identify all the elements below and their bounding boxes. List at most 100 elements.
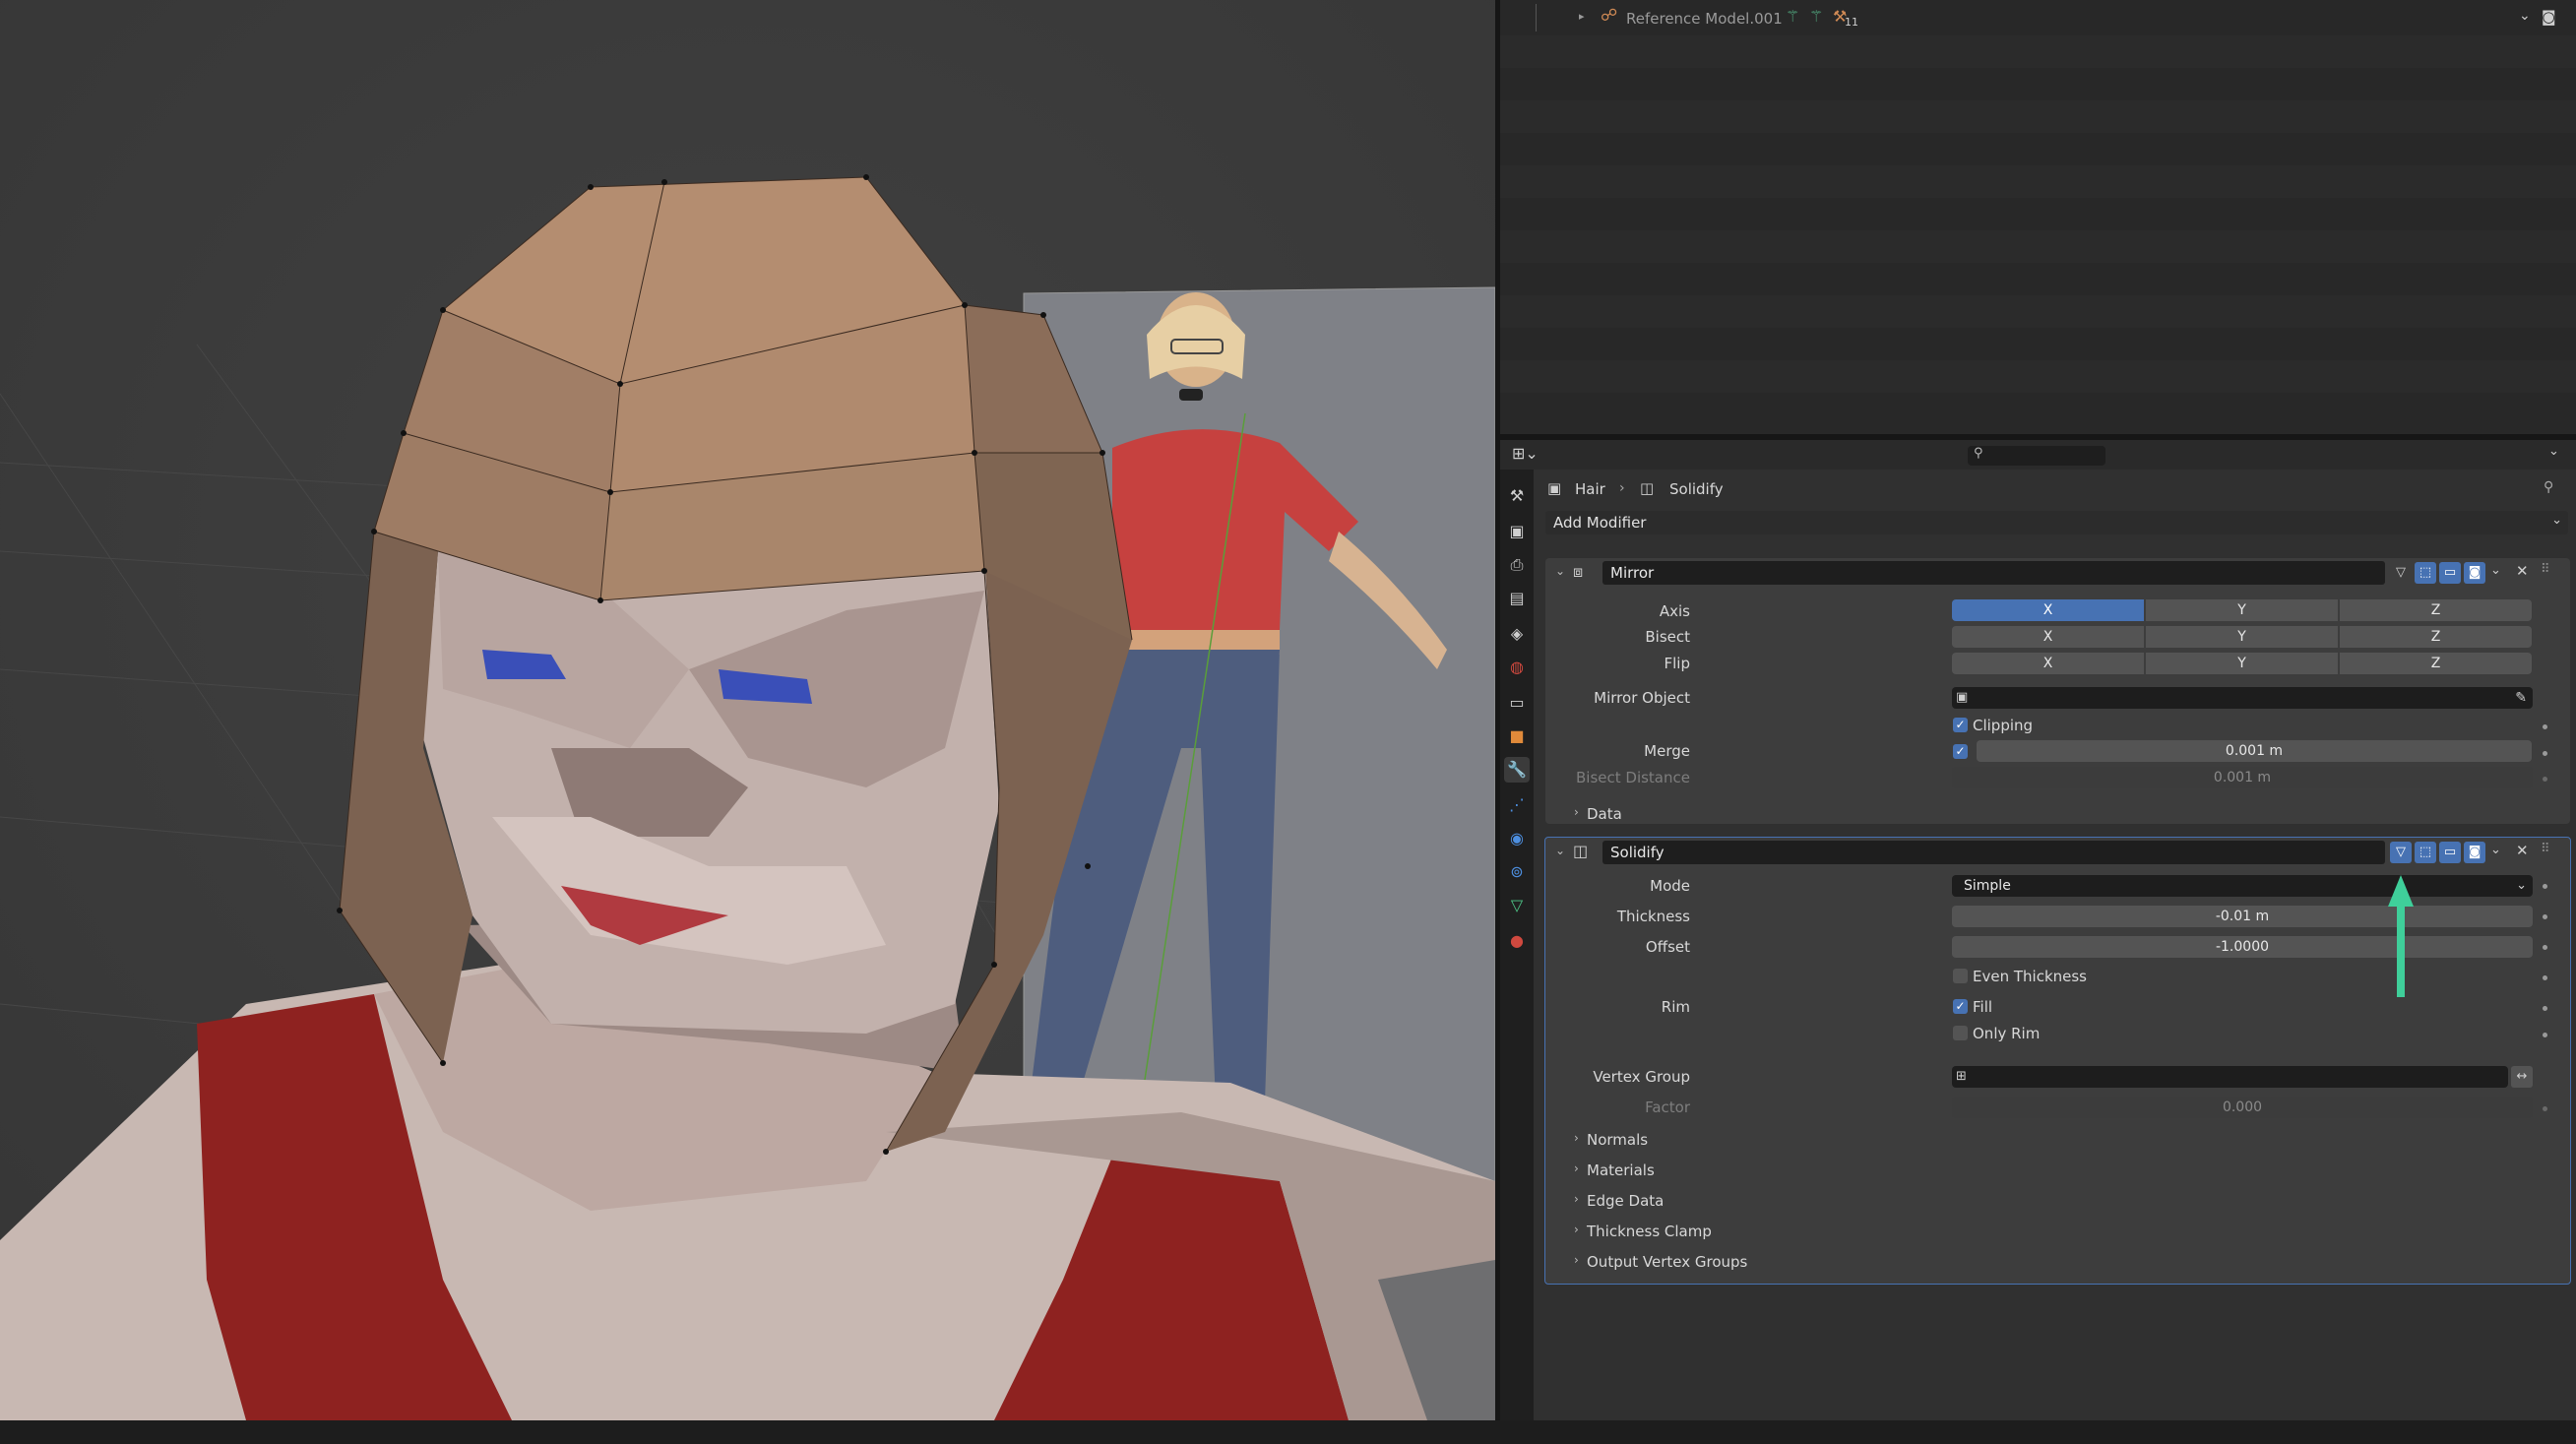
material-tab-icon[interactable]: ● (1504, 928, 1530, 954)
keyframe-dot-icon[interactable] (2543, 751, 2547, 756)
offset-field[interactable]: -1.0000 (1952, 936, 2533, 958)
expand-arrow-icon[interactable]: ▸ (1579, 10, 1585, 23)
bisect-distance-field[interactable]: 0.001 m (1952, 767, 2533, 788)
expand-arrow-icon[interactable]: › (1574, 805, 1579, 819)
only-rim-label: Only Rim (1973, 1025, 2041, 1042)
keyframe-dot-icon[interactable] (2543, 1106, 2547, 1111)
scene-tab-icon[interactable]: ◈ (1504, 621, 1530, 647)
modifier-tab-icon[interactable]: 🔧 (1504, 757, 1530, 783)
edit-mode-cage-icon[interactable]: ▽ (2390, 842, 2412, 863)
fill-checkbox[interactable]: ✓ (1953, 999, 1968, 1014)
keyframe-dot-icon[interactable] (2543, 975, 2547, 980)
keyframe-dot-icon[interactable] (2543, 914, 2547, 919)
expand-arrow-icon[interactable]: › (1574, 1253, 1579, 1267)
keyframe-dot-icon[interactable] (2543, 945, 2547, 950)
keyframe-dot-icon[interactable] (2543, 1006, 2547, 1011)
keyframe-dot-icon[interactable] (2543, 724, 2547, 729)
outliner-stripe (1500, 165, 2576, 198)
collapse-chevron-icon[interactable]: ⌄ (1555, 564, 1565, 578)
thickness-clamp-subpanel-header[interactable]: Thickness Clamp (1587, 1223, 1712, 1240)
chevron-down-icon[interactable]: ⌄ (2548, 444, 2559, 459)
flip-z-toggle[interactable]: Z (2340, 653, 2532, 674)
add-modifier-dropdown[interactable]: Add Modifier ⌄ (1545, 511, 2568, 534)
axis-z-toggle[interactable]: Z (2340, 599, 2532, 621)
axis-x-toggle[interactable]: X (1952, 599, 2144, 621)
outliner-row-reference-model[interactable]: ▸ ☍ Reference Model.001 ⚚ ⚚ ⚒ 11 ⌄ ◙ (1500, 4, 2576, 35)
merge-distance-field[interactable]: 0.001 m (1977, 740, 2532, 762)
bisect-y-toggle[interactable]: Y (2146, 626, 2338, 648)
eyedropper-icon[interactable]: ✎ (2515, 687, 2527, 709)
mirror-object-field[interactable]: ▣ ✎ (1952, 687, 2533, 709)
tool-tab-icon[interactable]: ⚒ (1504, 483, 1530, 509)
bisect-x-toggle[interactable]: X (1952, 626, 2144, 648)
editor-type-icon[interactable]: ⊞⌄ (1512, 444, 1539, 463)
camera-icon[interactable]: ◙ (2542, 8, 2556, 26)
render-camera-icon[interactable]: ◙ (2464, 562, 2485, 584)
world-tab-icon[interactable]: ◍ (1504, 655, 1530, 680)
solidify-name-field[interactable]: Solidify (1602, 841, 2385, 864)
bone-icon: ⚚ (1809, 7, 1824, 26)
mode-dropdown[interactable]: Simple ⌄ (1952, 875, 2533, 897)
chevron-down-icon[interactable]: ⌄ (2490, 843, 2501, 857)
close-icon[interactable]: ✕ (2516, 842, 2529, 859)
chevron-down-icon[interactable]: ⌄ (2490, 563, 2501, 578)
particles-tab-icon[interactable]: ⋰ (1504, 792, 1530, 818)
keyframe-dot-icon[interactable] (2543, 884, 2547, 889)
factor-field[interactable]: 0.000 (1952, 1097, 2533, 1118)
expand-arrow-icon[interactable]: › (1574, 1161, 1579, 1175)
chevron-down-icon[interactable]: ⌄ (2519, 8, 2531, 24)
vertex-group-label: Vertex Group (1593, 1068, 1690, 1086)
outliner-item-label[interactable]: Reference Model.001 (1626, 10, 1783, 28)
flip-x-toggle[interactable]: X (1952, 653, 2144, 674)
axis-label: Axis (1659, 602, 1690, 620)
mirror-name-field[interactable]: Mirror (1602, 561, 2385, 585)
clipping-checkbox[interactable]: ✓ (1953, 718, 1968, 732)
viewport-scene[interactable] (0, 0, 1495, 1420)
collapse-chevron-icon[interactable]: ⌄ (1555, 844, 1565, 857)
merge-checkbox[interactable]: ✓ (1953, 744, 1968, 759)
mirror-modifier-header[interactable]: ⌄ ⧈ Mirror ▽ ⬚ ▭ ◙ ⌄ ✕ ⠿ (1500, 558, 2576, 590)
expand-arrow-icon[interactable]: › (1574, 1131, 1579, 1145)
pin-icon[interactable]: ⚲ (2544, 479, 2553, 495)
expand-arrow-icon[interactable]: › (1574, 1223, 1579, 1236)
output-vertex-groups-subpanel-header[interactable]: Output Vertex Groups (1587, 1253, 1747, 1271)
invert-vertex-group-icon[interactable]: ↔ (2511, 1066, 2533, 1088)
drag-handle-icon[interactable]: ⠿ (2541, 562, 2550, 577)
materials-subpanel-header[interactable]: Materials (1587, 1161, 1655, 1179)
annotation-arrow-icon (2388, 875, 2414, 997)
outliner-panel[interactable]: ▸ ☍ Reference Model.001 ⚚ ⚚ ⚒ 11 ⌄ ◙ (1500, 0, 2576, 434)
render-tab-icon[interactable]: ▣ (1504, 519, 1530, 544)
axis-y-toggle[interactable]: Y (2146, 599, 2338, 621)
edit-mode-cage-icon[interactable]: ▽ (2390, 562, 2412, 584)
edge-data-subpanel-header[interactable]: Edge Data (1587, 1192, 1664, 1210)
collection-tab-icon[interactable]: ▭ (1504, 690, 1530, 716)
properties-editor[interactable]: ⊞⌄ ⚲ ⌄ ⚒ ▣ ⎙ ▤ ◈ ◍ ▭ ■ 🔧 ⋰ ◉ ⊚ ▽ ● ▣ Hai… (1500, 440, 2576, 1420)
add-modifier-label: Add Modifier (1553, 514, 1647, 532)
only-rim-checkbox[interactable] (1953, 1026, 1968, 1040)
flip-y-toggle[interactable]: Y (2146, 653, 2338, 674)
edit-mode-icon[interactable]: ⬚ (2415, 562, 2436, 584)
drag-handle-icon[interactable]: ⠿ (2541, 842, 2550, 856)
normals-subpanel-header[interactable]: Normals (1587, 1131, 1648, 1149)
object-tab-icon[interactable]: ■ (1504, 723, 1530, 749)
vertex-group-field[interactable]: ⊞ (1952, 1066, 2508, 1088)
thickness-field[interactable]: -0.01 m (1952, 906, 2533, 927)
viewport-display-icon[interactable]: ▭ (2439, 842, 2461, 863)
search-input[interactable]: ⚲ (1968, 446, 2105, 466)
3d-viewport[interactable] (0, 0, 1495, 1420)
even-thickness-checkbox[interactable] (1953, 969, 1968, 983)
properties-tab-bar: ⚒ ▣ ⎙ ▤ ◈ ◍ ▭ ■ 🔧 ⋰ ◉ ⊚ ▽ ● (1500, 470, 1534, 1420)
render-camera-icon[interactable]: ◙ (2464, 842, 2485, 863)
edit-mode-icon[interactable]: ⬚ (2415, 842, 2436, 863)
data-subpanel-header[interactable]: Data (1587, 805, 1622, 823)
expand-arrow-icon[interactable]: › (1574, 1192, 1579, 1206)
vertex-group-icon: ⊞ (1956, 1069, 1967, 1084)
close-icon[interactable]: ✕ (2516, 562, 2529, 580)
viewport-display-icon[interactable]: ▭ (2439, 562, 2461, 584)
data-tab-icon[interactable]: ▽ (1504, 893, 1530, 918)
keyframe-dot-icon[interactable] (2543, 1033, 2547, 1037)
keyframe-dot-icon[interactable] (2543, 777, 2547, 782)
clipping-label: Clipping (1973, 717, 2034, 734)
bisect-z-toggle[interactable]: Z (2340, 626, 2532, 648)
solidify-modifier-header[interactable]: ⌄ ◫ Solidify ▽ ⬚ ▭ ◙ ⌄ ✕ ⠿ (1500, 838, 2576, 869)
